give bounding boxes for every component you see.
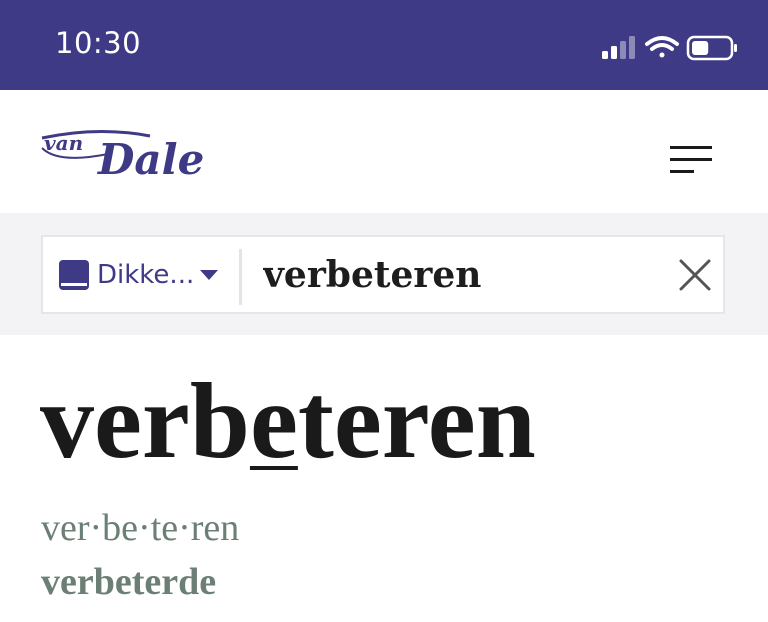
entry-past-tense: verbeterde <box>41 561 217 603</box>
close-icon[interactable] <box>679 259 711 291</box>
caret-down-icon <box>200 270 219 280</box>
book-icon <box>59 260 89 290</box>
status-bar: 10:30 <box>0 0 768 90</box>
entry-syllabification: ver·be·te·ren <box>41 507 240 549</box>
search-input[interactable] <box>263 245 653 305</box>
logo-mark: van Dale <box>41 129 204 184</box>
dictionary-selector[interactable]: Dikke... <box>57 255 220 295</box>
battery-icon <box>686 35 737 61</box>
headword-part-pre: verb <box>40 362 250 481</box>
search-divider <box>239 249 242 305</box>
status-time: 10:30 <box>55 26 142 60</box>
headword-stressed-vowel: e <box>249 362 298 481</box>
search-box: Dikke... <box>41 235 725 314</box>
svg-text:van: van <box>44 131 83 155</box>
status-icons <box>602 35 737 61</box>
van-dale-logo[interactable]: van Dale <box>38 124 238 184</box>
svg-text:Dale: Dale <box>97 135 204 184</box>
wifi-icon <box>645 36 679 58</box>
dictionary-label: Dikke... <box>97 260 195 290</box>
cellular-signal-icon <box>602 36 635 59</box>
entry-headword: verbeteren <box>40 368 536 476</box>
app-header: van Dale <box>0 90 768 213</box>
hamburger-menu-icon[interactable] <box>664 140 716 180</box>
headword-part-post: teren <box>297 362 536 481</box>
